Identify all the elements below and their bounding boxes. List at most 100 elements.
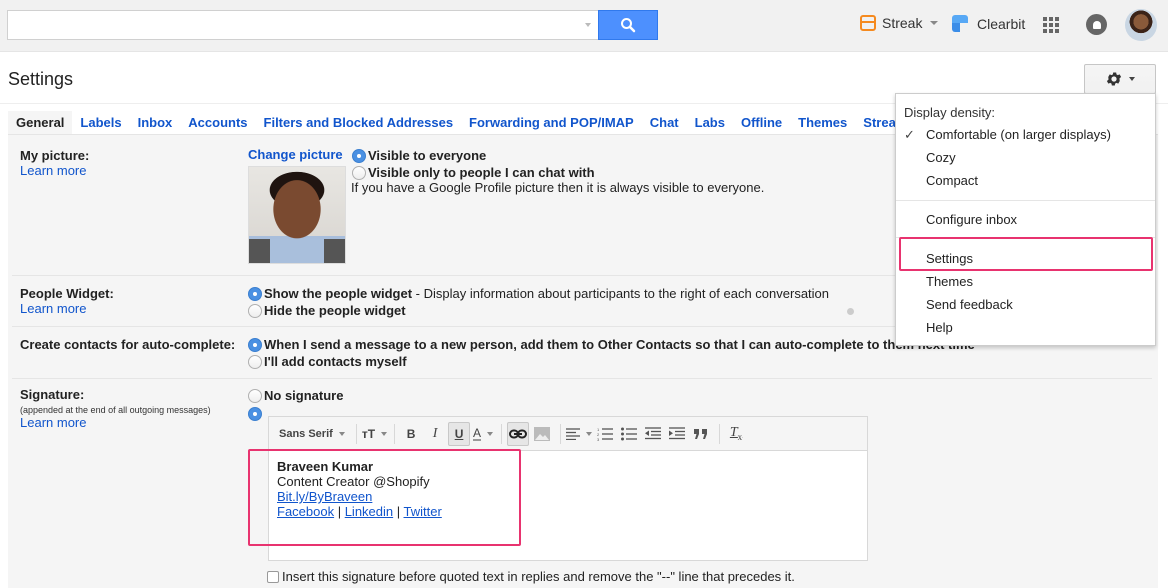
numbered-list-button[interactable]: 123 — [594, 422, 616, 446]
align-left-icon — [566, 427, 581, 440]
chevron-down-icon — [381, 431, 388, 436]
clear-formatting-icon: Tx — [729, 425, 743, 442]
picture-visibility-everyone[interactable]: Visible to everyone — [352, 148, 486, 163]
font-size-button[interactable]: ᴛT — [362, 422, 388, 446]
learn-more-link[interactable]: Learn more — [20, 163, 89, 178]
quote-icon — [694, 428, 708, 439]
indent-less-button[interactable] — [642, 422, 664, 446]
signature-body[interactable]: Braveen Kumar Content Creator @Shopify B… — [277, 459, 442, 519]
scroll-indicator — [847, 308, 854, 315]
learn-more-link[interactable]: Learn more — [20, 415, 211, 430]
top-bar: Streak Clearbit — [0, 0, 1168, 52]
radio-selected[interactable] — [352, 149, 366, 163]
search-button[interactable] — [598, 10, 658, 40]
align-button[interactable] — [566, 422, 593, 446]
signature-social-links: Facebook | Linkedin | Twitter — [277, 504, 442, 519]
menu-item-send-feedback[interactable]: Send feedback — [926, 297, 1013, 312]
menu-item-configure-inbox[interactable]: Configure inbox — [926, 212, 1017, 227]
picture-note: If you have a Google Profile picture the… — [351, 180, 765, 195]
menu-divider — [896, 237, 1155, 238]
chevron-down-icon — [930, 21, 939, 25]
settings-gear-button[interactable] — [1084, 64, 1156, 94]
indent-less-icon — [645, 427, 662, 440]
streak-menu-button[interactable]: Streak — [860, 15, 939, 31]
bulleted-list-button[interactable] — [618, 422, 640, 446]
change-picture-link[interactable]: Change picture — [248, 147, 343, 162]
notifications-bell-icon[interactable] — [1086, 14, 1107, 35]
signature-editor: Sans Serif ᴛT B I U A 123 Tx Braveen Kum… — [268, 416, 868, 561]
bold-button[interactable]: B — [400, 422, 422, 446]
text-color-button[interactable]: A — [472, 422, 494, 446]
tab-labs[interactable]: Labs — [687, 111, 733, 134]
italic-button[interactable]: I — [424, 422, 446, 446]
clearbit-logo-icon — [952, 15, 968, 32]
menu-item-help[interactable]: Help — [926, 320, 953, 335]
setting-label: My picture: Learn more — [20, 148, 90, 178]
setting-label: People Widget: Learn more — [20, 286, 114, 316]
menu-item-cozy[interactable]: Cozy — [926, 150, 956, 165]
clear-formatting-button[interactable]: Tx — [725, 422, 747, 446]
insert-before-quoted-checkbox[interactable]: Insert this signature before quoted text… — [267, 569, 795, 584]
learn-more-link[interactable]: Learn more — [20, 301, 114, 316]
radio-unselected[interactable] — [248, 304, 262, 318]
clearbit-label: Clearbit — [977, 15, 1026, 32]
check-icon: ✓ — [904, 127, 915, 142]
menu-item-comfortable[interactable]: Comfortable (on larger displays) — [926, 127, 1111, 142]
picture-visibility-chat-contacts[interactable]: Visible only to people I can chat with — [352, 165, 595, 180]
checkbox-unchecked[interactable] — [267, 571, 279, 583]
chevron-down-icon — [487, 431, 494, 436]
settings-dropdown-menu: Display density: ✓ Comfortable (on large… — [895, 93, 1156, 346]
insert-image-button[interactable] — [531, 422, 553, 446]
menu-item-compact[interactable]: Compact — [926, 173, 978, 188]
page-title: Settings — [8, 69, 74, 89]
svg-text:3: 3 — [597, 437, 600, 441]
signature-bitly-link[interactable]: Bit.ly/ByBraveen — [277, 489, 372, 504]
twitter-link[interactable]: Twitter — [404, 504, 442, 519]
menu-item-settings[interactable]: Settings — [926, 251, 973, 266]
people-widget-show[interactable]: Show the people widget - Display informa… — [248, 286, 829, 301]
toolbar-divider — [501, 423, 503, 444]
tab-inbox[interactable]: Inbox — [130, 111, 181, 134]
auto-complete-add-contacts[interactable]: When I send a message to a new person, a… — [248, 337, 975, 352]
menu-item-themes[interactable]: Themes — [926, 274, 973, 289]
indent-more-button[interactable] — [666, 422, 688, 446]
clearbit-button[interactable]: Clearbit — [952, 15, 1025, 32]
search-input[interactable] — [7, 10, 599, 40]
search-options-caret-icon[interactable] — [585, 23, 591, 27]
signature-name: Braveen Kumar — [277, 459, 374, 474]
tab-offline[interactable]: Offline — [733, 111, 790, 134]
avatar[interactable] — [1125, 9, 1157, 41]
tab-chat[interactable]: Chat — [642, 111, 687, 134]
underline-button[interactable]: U — [448, 421, 471, 446]
quote-button[interactable] — [690, 422, 712, 446]
radio-unselected[interactable] — [248, 355, 262, 369]
tab-themes[interactable]: Themes — [790, 111, 855, 134]
setting-label: Create contacts for auto-complete: — [20, 337, 236, 352]
font-family-select[interactable]: Sans Serif — [275, 422, 349, 446]
insert-link-button[interactable] — [507, 421, 530, 446]
facebook-link[interactable]: Facebook — [277, 504, 334, 519]
settings-tabs: General Labels Inbox Accounts Filters an… — [8, 111, 911, 134]
streak-logo-icon — [860, 15, 876, 31]
radio-unselected[interactable] — [352, 166, 366, 180]
auto-complete-manual[interactable]: I'll add contacts myself — [248, 354, 407, 369]
people-widget-hide[interactable]: Hide the people widget — [248, 303, 406, 318]
linkedin-link[interactable]: Linkedin — [345, 504, 393, 519]
radio-selected[interactable] — [248, 338, 262, 352]
tab-forwarding[interactable]: Forwarding and POP/IMAP — [461, 111, 642, 134]
toolbar-divider — [355, 423, 357, 444]
radio-selected[interactable] — [248, 407, 262, 421]
toolbar-divider — [560, 423, 562, 444]
menu-divider — [896, 200, 1155, 201]
tab-general[interactable]: General — [8, 111, 73, 134]
custom-signature-option[interactable] — [248, 406, 264, 421]
tab-labels[interactable]: Labels — [72, 111, 129, 134]
tab-filters[interactable]: Filters and Blocked Addresses — [256, 111, 462, 134]
radio-selected[interactable] — [248, 287, 262, 301]
toolbar-divider — [394, 423, 396, 444]
apps-grid-icon[interactable] — [1043, 17, 1059, 33]
menu-heading: Display density: — [904, 105, 996, 120]
no-signature-option[interactable]: No signature — [248, 388, 343, 403]
tab-accounts[interactable]: Accounts — [180, 111, 255, 134]
radio-unselected[interactable] — [248, 389, 262, 403]
